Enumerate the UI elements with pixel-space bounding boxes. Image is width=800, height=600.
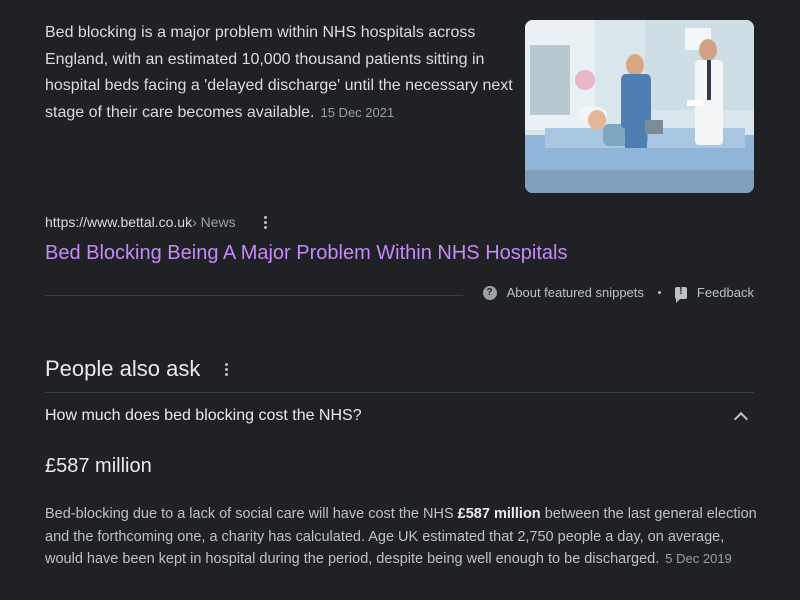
- result-source[interactable]: https://www.bettal.co.uk › News: [45, 213, 274, 231]
- separator-dot: [657, 291, 661, 294]
- snippet-date: 15 Dec 2021: [320, 104, 395, 120]
- paa-question-row[interactable]: How much does bed blocking cost the NHS?: [45, 393, 754, 439]
- feedback-label: Feedback: [696, 285, 754, 300]
- source-url: https://www.bettal.co.uk: [45, 214, 193, 230]
- answer-text-pre: Bed-blocking due to a lack of social car…: [45, 506, 458, 522]
- featured-snippet-text: Bed blocking is a major problem within N…: [45, 20, 515, 126]
- hospital-scene-image: [525, 20, 754, 193]
- paa-more-options-icon[interactable]: [218, 360, 234, 378]
- paa-answer-body: Bed-blocking due to a lack of social car…: [45, 503, 760, 571]
- paa-answer-heading: £587 million: [45, 455, 152, 477]
- people-also-ask-header: People also ask: [45, 354, 234, 384]
- about-featured-snippets-label: About featured snippets: [506, 285, 644, 300]
- feedback-link[interactable]: Feedback: [674, 285, 754, 303]
- snippet-thumbnail[interactable]: [525, 20, 754, 193]
- chevron-up-icon[interactable]: [733, 411, 749, 426]
- search-results-page: Bed blocking is a major problem within N…: [0, 0, 800, 600]
- result-title-link[interactable]: Bed Blocking Being A Major Problem Withi…: [45, 240, 567, 266]
- snippet-divider: [45, 295, 463, 296]
- more-options-icon[interactable]: [258, 213, 274, 231]
- answer-text-bold: £587 million: [457, 506, 541, 522]
- about-featured-snippets-link[interactable]: ? About featured snippets: [482, 285, 644, 300]
- feedback-icon: [674, 286, 687, 303]
- snippet-body: Bed blocking is a major problem within N…: [45, 24, 513, 121]
- people-also-ask-title: People also ask: [45, 356, 201, 381]
- answer-date: 5 Dec 2019: [665, 551, 732, 566]
- snippet-footer: ? About featured snippets Feedback: [482, 285, 754, 303]
- help-icon: ?: [482, 285, 497, 300]
- source-breadcrumb: › News: [192, 214, 236, 230]
- paa-question: How much does bed blocking cost the NHS?: [45, 407, 362, 424]
